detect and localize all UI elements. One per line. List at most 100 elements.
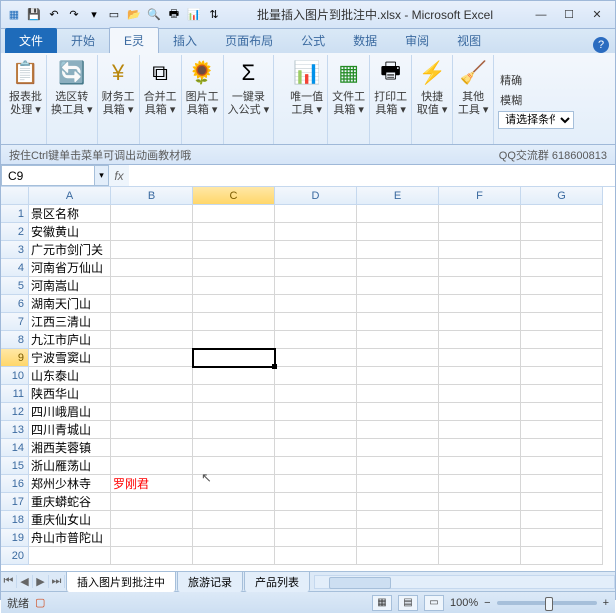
print-icon[interactable]: 🖶 <box>165 6 183 24</box>
sheet-nav-last[interactable]: ⏭ <box>49 575 65 588</box>
cell-E18[interactable] <box>357 511 439 529</box>
cell-C2[interactable] <box>193 223 275 241</box>
open-icon[interactable]: 📂 <box>125 6 143 24</box>
cell-G13[interactable] <box>521 421 603 439</box>
cell-E16[interactable] <box>357 475 439 493</box>
cell-G10[interactable] <box>521 367 603 385</box>
cell-C12[interactable] <box>193 403 275 421</box>
cell-E10[interactable] <box>357 367 439 385</box>
cell-A17[interactable]: 重庆蟒蛇谷 <box>29 493 111 511</box>
save-icon[interactable]: 💾 <box>25 6 43 24</box>
cell-C14[interactable] <box>193 439 275 457</box>
row-header-17[interactable]: 17 <box>1 493 29 511</box>
cell-C19[interactable] <box>193 529 275 547</box>
tab-view[interactable]: 视图 <box>443 28 495 53</box>
tab-eling[interactable]: E灵 <box>109 27 159 53</box>
row-header-1[interactable]: 1 <box>1 205 29 223</box>
cell-E20[interactable] <box>357 547 439 565</box>
column-header-E[interactable]: E <box>357 187 439 205</box>
sheet-nav-next[interactable]: ▶ <box>33 575 49 588</box>
cell-G18[interactable] <box>521 511 603 529</box>
cell-D15[interactable] <box>275 457 357 475</box>
cell-C20[interactable] <box>193 547 275 565</box>
qat-more-icon[interactable]: ▾ <box>85 6 103 24</box>
cell-D1[interactable] <box>275 205 357 223</box>
cell-B15[interactable] <box>111 457 193 475</box>
cell-B11[interactable] <box>111 385 193 403</box>
cell-A16[interactable]: 郑州少林寺 <box>29 475 111 493</box>
cell-G19[interactable] <box>521 529 603 547</box>
ribbon-group-10[interactable]: 🧹其他工具 ▾ <box>453 55 494 144</box>
cell-F5[interactable] <box>439 277 521 295</box>
cell-D10[interactable] <box>275 367 357 385</box>
fx-icon[interactable]: fx <box>109 165 129 186</box>
sheet-tab-1[interactable]: 旅游记录 <box>177 571 243 592</box>
cell-B5[interactable] <box>111 277 193 295</box>
cell-E15[interactable] <box>357 457 439 475</box>
ribbon-group-3[interactable]: ⧉合并工具箱 ▾ <box>140 55 182 144</box>
cell-A5[interactable]: 河南嵩山 <box>29 277 111 295</box>
cell-C15[interactable] <box>193 457 275 475</box>
cell-E7[interactable] <box>357 313 439 331</box>
cell-G14[interactable] <box>521 439 603 457</box>
column-header-F[interactable]: F <box>439 187 521 205</box>
sheet-tab-2[interactable]: 产品列表 <box>244 571 310 592</box>
row-header-12[interactable]: 12 <box>1 403 29 421</box>
row-header-16[interactable]: 16 <box>1 475 29 493</box>
cell-G9[interactable] <box>521 349 603 367</box>
cell-A9[interactable]: 宁波雪窦山 <box>29 349 111 367</box>
condition-select[interactable]: 请选择条件 <box>498 111 574 129</box>
cell-A2[interactable]: 安徽黄山 <box>29 223 111 241</box>
cell-C17[interactable] <box>193 493 275 511</box>
row-header-15[interactable]: 15 <box>1 457 29 475</box>
cell-B14[interactable] <box>111 439 193 457</box>
sheet-nav-prev[interactable]: ◀ <box>17 575 33 588</box>
cell-C7[interactable] <box>193 313 275 331</box>
cell-F2[interactable] <box>439 223 521 241</box>
cell-E13[interactable] <box>357 421 439 439</box>
zoom-level[interactable]: 100% <box>450 597 478 609</box>
tab-review[interactable]: 审阅 <box>391 28 443 53</box>
cell-D11[interactable] <box>275 385 357 403</box>
cell-E12[interactable] <box>357 403 439 421</box>
cell-E6[interactable] <box>357 295 439 313</box>
maximize-button[interactable]: ☐ <box>555 5 583 25</box>
cell-E11[interactable] <box>357 385 439 403</box>
cell-E5[interactable] <box>357 277 439 295</box>
cell-B16[interactable]: 罗刚君 <box>111 475 193 493</box>
view-pagebreak[interactable]: ▭ <box>424 595 444 611</box>
zoom-in[interactable]: + <box>603 597 609 609</box>
help-icon[interactable]: ? <box>593 37 609 53</box>
cell-D4[interactable] <box>275 259 357 277</box>
horizontal-scrollbar[interactable] <box>314 575 615 589</box>
view-pagelayout[interactable]: ▤ <box>398 595 418 611</box>
cell-B2[interactable] <box>111 223 193 241</box>
cell-F6[interactable] <box>439 295 521 313</box>
cell-F8[interactable] <box>439 331 521 349</box>
cell-A20[interactable] <box>29 547 111 565</box>
cell-D3[interactable] <box>275 241 357 259</box>
cell-A14[interactable]: 湘西芙蓉镇 <box>29 439 111 457</box>
cell-D9[interactable] <box>275 349 357 367</box>
cell-F9[interactable] <box>439 349 521 367</box>
minimize-button[interactable]: — <box>527 5 555 25</box>
sort-icon[interactable]: ⇅ <box>205 6 223 24</box>
cell-G15[interactable] <box>521 457 603 475</box>
name-box-arrow[interactable]: ▾ <box>95 165 109 186</box>
cell-D5[interactable] <box>275 277 357 295</box>
fuzzy-label[interactable]: 模糊 <box>498 91 574 109</box>
cell-B9[interactable] <box>111 349 193 367</box>
column-header-D[interactable]: D <box>275 187 357 205</box>
cell-G3[interactable] <box>521 241 603 259</box>
cell-B6[interactable] <box>111 295 193 313</box>
tab-insert[interactable]: 插入 <box>159 28 211 53</box>
ribbon-group-6[interactable]: 📊唯一值工具 ▾ <box>286 55 328 144</box>
cell-B17[interactable] <box>111 493 193 511</box>
cell-D20[interactable] <box>275 547 357 565</box>
cell-D2[interactable] <box>275 223 357 241</box>
tab-home[interactable]: 开始 <box>57 28 109 53</box>
cell-F20[interactable] <box>439 547 521 565</box>
cell-G6[interactable] <box>521 295 603 313</box>
cell-B4[interactable] <box>111 259 193 277</box>
cell-C10[interactable] <box>193 367 275 385</box>
